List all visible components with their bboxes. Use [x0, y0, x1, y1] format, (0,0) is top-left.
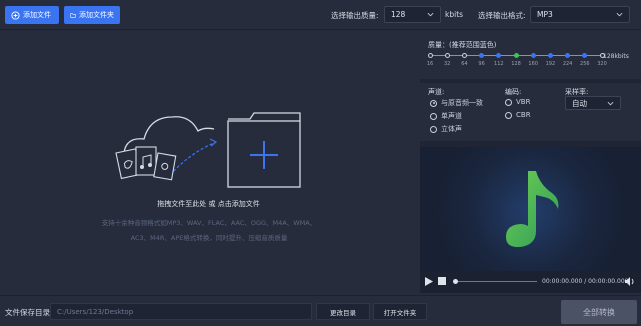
radio-icon — [430, 125, 437, 133]
drop-title: 拖拽文件至此处 或 点击添加文件 — [157, 200, 260, 208]
music-note-icon — [506, 171, 559, 248]
save-path-value: C:/Users/123/Desktop — [57, 307, 134, 316]
stop-icon[interactable] — [438, 277, 446, 285]
samplerate-select-value: 自动 — [572, 98, 587, 108]
convert-all-button[interactable]: 全部转换 — [561, 300, 637, 324]
encoding-option-label: VBR — [516, 98, 531, 106]
quality-step-192[interactable] — [547, 53, 553, 58]
quality-step-16[interactable] — [427, 53, 433, 58]
options-section: 声道: 与原音频一致 单声道 立体声 编码: VBR CBR 采样率: 自动 — [420, 83, 641, 141]
quality-step-64[interactable] — [461, 53, 467, 58]
file-drop-area[interactable]: 拖拽文件至此处 或 点击添加文件 支持十余种音频格式如MP3、WAV、FLAC、… — [0, 31, 417, 293]
volume-icon[interactable] — [625, 277, 635, 286]
quality-step-96[interactable] — [479, 53, 485, 58]
quality-max-label: 128kbits — [603, 53, 629, 60]
playback-time: 00:00:00.000 / 00:00:00.000 — [542, 278, 629, 285]
format-select-value: MP3 — [537, 10, 553, 19]
quality-label: 选择输出质量: — [331, 11, 379, 20]
bottom-bar: 文件保存目录: C:/Users/123/Desktop 更改目录 打开文件夹 … — [0, 295, 641, 326]
channel-label: 声道: — [428, 88, 445, 96]
player-controls: 00:00:00.000 / 00:00:00.000 — [420, 271, 641, 293]
change-dir-button[interactable]: 更改目录 — [316, 303, 370, 320]
seek-handle[interactable] — [453, 279, 458, 284]
radio-icon — [430, 99, 437, 107]
open-folder-button[interactable]: 打开文件夹 — [373, 303, 427, 320]
quality-tick-label: 320 — [597, 61, 607, 67]
chevron-down-icon — [616, 12, 623, 17]
quality-step-160[interactable] — [530, 53, 536, 58]
format-label: 选择输出格式: — [478, 11, 526, 20]
play-icon[interactable] — [425, 277, 433, 286]
quality-step-32[interactable] — [444, 53, 450, 58]
add-file-button[interactable]: 添加文件 — [5, 6, 59, 24]
folder-icon — [70, 12, 76, 18]
chevron-down-icon — [607, 101, 614, 105]
encoding-option-vbr[interactable]: VBR — [505, 98, 530, 106]
toolbar: 添加文件 添加文件夹 选择输出质量: 128 kbits 选择输出格式: MP3 — [0, 0, 641, 30]
encoding-option-cbr[interactable]: CBR — [505, 111, 531, 119]
channel-option-label: 单声道 — [441, 112, 462, 120]
settings-panel: 质量：(推荐范围蓝色) 16 32 64 96 112 128 160 192 224 256 32… — [420, 31, 641, 293]
save-path-field[interactable]: C:/Users/123/Desktop — [50, 303, 312, 320]
add-folder-button[interactable]: 添加文件夹 — [64, 6, 120, 24]
audio-preview — [420, 147, 641, 271]
channel-option-stereo[interactable]: 立体声 — [430, 124, 462, 134]
radio-icon — [430, 112, 437, 120]
drop-illustration-icon — [115, 112, 301, 188]
quality-select[interactable]: 128 — [384, 6, 441, 23]
quality-step-112[interactable] — [496, 53, 502, 58]
format-select[interactable]: MP3 — [530, 6, 630, 23]
quality-step-224[interactable] — [565, 53, 571, 58]
save-dir-label: 文件保存目录: — [5, 308, 53, 317]
drop-description: 支持十余种音频格式如MP3、WAV、FLAC、AAC、OGG、M4A、WMA、A… — [101, 219, 317, 242]
samplerate-select[interactable]: 自动 — [565, 96, 621, 110]
seek-bar[interactable] — [453, 281, 537, 282]
convert-all-label: 全部转换 — [583, 307, 615, 317]
quality-title: 质量：(推荐范围蓝色) — [428, 41, 497, 49]
encoding-option-label: CBR — [516, 111, 531, 119]
channel-option-original[interactable]: 与原音频一致 — [430, 98, 483, 108]
radio-icon — [505, 111, 512, 119]
plus-circle-icon — [11, 10, 20, 20]
chevron-down-icon — [427, 12, 434, 17]
channel-option-label: 与原音频一致 — [441, 99, 483, 107]
channel-option-label: 立体声 — [441, 125, 462, 133]
quality-section: 质量：(推荐范围蓝色) 16 32 64 96 112 128 160 192 224 256 32… — [420, 31, 641, 79]
add-folder-label: 添加文件夹 — [79, 11, 114, 19]
change-dir-label: 更改目录 — [330, 308, 356, 317]
encoding-label: 编码: — [505, 88, 522, 96]
quality-select-value: 128 — [391, 10, 406, 19]
quality-step-128[interactable] — [513, 53, 519, 58]
quality-step-256[interactable] — [582, 53, 588, 58]
open-folder-label: 打开文件夹 — [383, 308, 417, 317]
quality-unit: kbits — [445, 10, 464, 19]
add-file-label: 添加文件 — [23, 11, 51, 19]
channel-option-mono[interactable]: 单声道 — [430, 111, 462, 121]
radio-icon — [505, 98, 512, 106]
